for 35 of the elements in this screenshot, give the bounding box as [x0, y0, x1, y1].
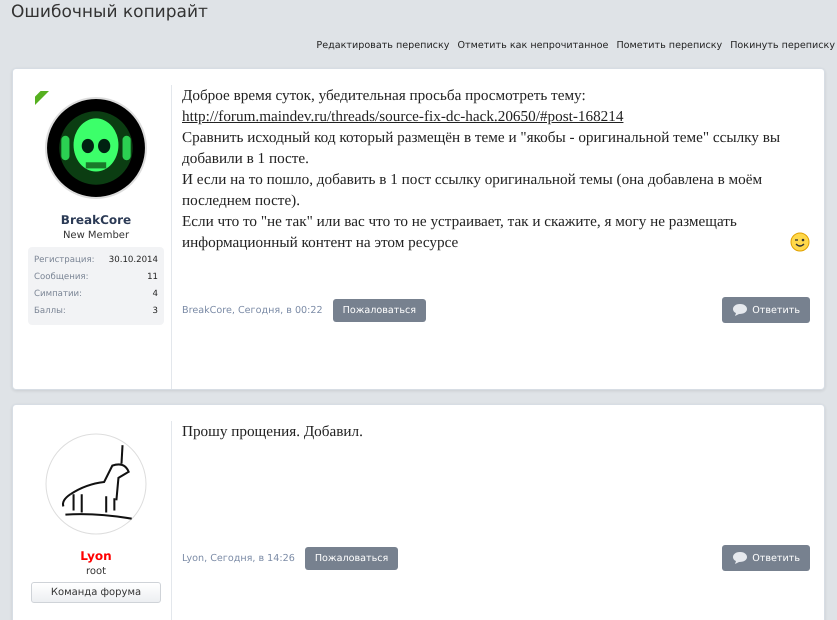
- report-button[interactable]: Пожаловаться: [304, 546, 398, 570]
- stat-value: 11: [147, 271, 158, 284]
- avatar-icon[interactable]: [45, 97, 147, 199]
- avatar-icon[interactable]: [45, 433, 147, 535]
- thread-action-link[interactable]: Пометить переписку: [616, 40, 722, 60]
- thread-title: Ошибочный копирайт: [10, 1, 209, 24]
- stat-label: Регистрация:: [34, 254, 95, 267]
- report-button[interactable]: Пожаловаться: [332, 298, 426, 322]
- username[interactable]: BreakCore: [60, 213, 132, 227]
- thread-action-link[interactable]: Отметить как непрочитанное: [457, 40, 608, 60]
- speech-bubble-icon: [732, 551, 748, 565]
- thread-action-link[interactable]: Редактировать переписку: [316, 40, 450, 60]
- stat-value: 3: [152, 305, 158, 318]
- message-text: Доброе время суток, убедительная просьба просмотреть тему:: [182, 86, 587, 106]
- username[interactable]: Lyon: [80, 549, 112, 563]
- thread-action-link[interactable]: Покинуть переписку: [730, 40, 835, 60]
- user-banner: Команда форума: [31, 582, 161, 603]
- message-text: Сравнить исходный код который размещён в теме и "якобы - оригинальной теме" ссылку вы добавили в 1 посте.: [182, 128, 782, 169]
- wink-smiley-icon: [790, 232, 810, 252]
- message-link[interactable]: http://forum.maindev.ru/threads/source-fix-dc-hack.20650/#post-168214: [182, 106, 810, 127]
- message-text: И если на то пошло, добавить в 1 пост ссылку оригинальной темы (она добавлена в моём последнем посте).: [182, 170, 764, 211]
- user-title: root: [86, 566, 106, 577]
- speech-bubble-icon: [732, 303, 748, 317]
- message-text: Если что то "не так" или вас что то не устраивает, так и скажите, я могу не размещать информационный контент на этом ресурсе: [182, 212, 738, 253]
- stat-label: Баллы:: [34, 305, 66, 318]
- stat-label: Сообщения:: [34, 271, 88, 284]
- stat-value: 30.10.2014: [108, 254, 158, 267]
- reply-button[interactable]: Ответить: [722, 545, 810, 571]
- stat-value: 4: [152, 288, 158, 301]
- message-text: Прошу прощения. Добавил.: [182, 422, 364, 442]
- stat-label: Симпатии:: [34, 288, 82, 301]
- user-title: New Member: [62, 230, 130, 241]
- post-meta[interactable]: Lyon, Сегодня, в 14:26: [182, 552, 295, 564]
- post-meta[interactable]: BreakCore, Сегодня, в 00:22: [182, 304, 323, 316]
- reply-button[interactable]: Ответить: [722, 297, 810, 323]
